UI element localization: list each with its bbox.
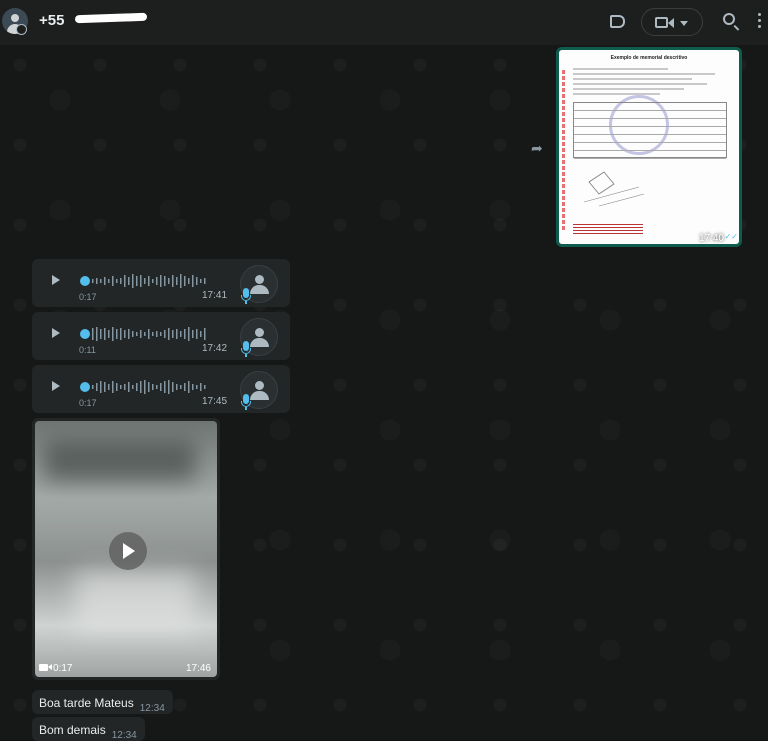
waveform[interactable]: [80, 377, 220, 397]
chevron-down-icon: [680, 21, 688, 26]
video-thumbnail[interactable]: 0:17 17:46: [35, 421, 217, 677]
message-time: 17:40: [698, 233, 724, 244]
menu-icon[interactable]: [758, 13, 762, 31]
contact-name[interactable]: +55: [39, 12, 64, 29]
message-time: 17:42: [202, 343, 228, 354]
playback-handle[interactable]: [80, 329, 90, 339]
video-camera-icon: [39, 664, 52, 671]
waveform[interactable]: [80, 324, 220, 344]
document-title: Exemplo de memorial descritivo: [610, 55, 688, 61]
play-icon[interactable]: [52, 381, 60, 391]
voice-message[interactable]: 0:17 17:41: [32, 259, 290, 307]
message-time: 12:34: [139, 703, 165, 714]
voice-duration: 0:17: [79, 398, 97, 408]
playback-handle[interactable]: [80, 382, 90, 392]
play-icon[interactable]: [52, 328, 60, 338]
message-time: 12:34: [111, 730, 137, 741]
mic-icon: [241, 394, 251, 410]
play-video-icon[interactable]: [109, 532, 147, 570]
text-message[interactable]: Boa tarde Mateus 12:34: [32, 690, 173, 714]
redacted-number: [74, 12, 148, 24]
text-message[interactable]: Bom demais 12:34: [32, 717, 145, 741]
image-message[interactable]: Exemplo de memorial descritivo 17:40 ✓✓: [556, 47, 742, 247]
video-call-icon: [655, 17, 668, 28]
read-check-icon: ✓✓: [724, 232, 738, 241]
message-text: Bom demais: [39, 723, 106, 737]
chat-header: +55: [0, 0, 768, 45]
video-message[interactable]: 0:17 17:46: [32, 418, 220, 680]
message-time: 17:41: [202, 290, 228, 301]
document-image: Exemplo de memorial descritivo: [559, 50, 739, 244]
status-icon: [16, 24, 27, 35]
waveform[interactable]: [80, 271, 220, 291]
voice-message[interactable]: 0:11 17:42: [32, 312, 290, 360]
mic-icon: [241, 288, 251, 304]
message-text: Boa tarde Mateus: [39, 696, 134, 710]
message-time: 17:45: [202, 396, 228, 407]
mic-icon: [241, 341, 251, 357]
video-call-button[interactable]: [641, 8, 703, 36]
document-table: [573, 102, 727, 159]
voice-duration: 0:11: [79, 345, 96, 355]
video-duration: 0:17: [53, 663, 73, 674]
forward-icon[interactable]: ➦: [531, 140, 543, 157]
playback-handle[interactable]: [80, 276, 90, 286]
message-time: 17:46: [185, 663, 211, 674]
label-icon[interactable]: [610, 15, 625, 28]
search-icon[interactable]: [723, 13, 735, 25]
voice-duration: 0:17: [79, 292, 97, 302]
sketch-drawing: [583, 171, 645, 207]
play-icon[interactable]: [52, 275, 60, 285]
voice-message[interactable]: 0:17 17:45: [32, 365, 290, 413]
